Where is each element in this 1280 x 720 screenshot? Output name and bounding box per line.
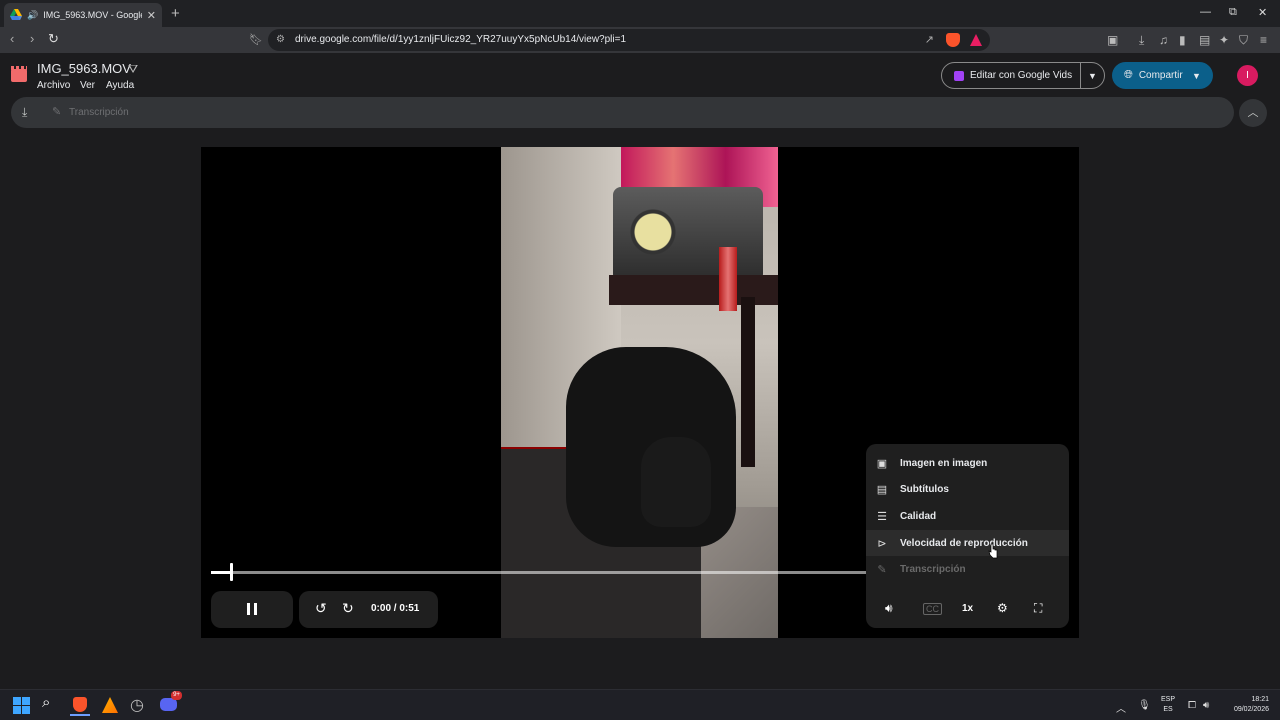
brave-rewards-icon[interactable] (970, 34, 982, 46)
back-icon[interactable]: ‹ (10, 31, 14, 46)
menu-item-picture-in-picture[interactable]: ▣ Imagen en imagen (866, 450, 1069, 476)
vpn-icon[interactable]: ⛉ (1239, 33, 1248, 48)
seek-bar[interactable] (211, 571, 867, 574)
app-launcher-icon[interactable] (100, 695, 120, 715)
clock-app-icon[interactable]: ◷ (130, 695, 150, 715)
transcript-edit-icon: ✎ (52, 106, 62, 118)
player-right-controls: 🔊︎ CC 1x ⚙︎ ⛶ (866, 589, 1069, 628)
menu-item-transcription: ✎ Transcripción (866, 556, 1069, 582)
system-clock[interactable]: 18:21 09/02/2026 (1225, 695, 1269, 715)
restore-icon[interactable]: ⧉ (1229, 6, 1237, 19)
settings-menu: ▣ Imagen en imagen ▤ Subtítulos ☰ Calida… (866, 444, 1069, 589)
menu-ver[interactable]: Ver (80, 80, 95, 91)
vids-dropdown-icon[interactable]: ▼ (1081, 71, 1104, 81)
microphone-icon[interactable]: 🎙︎ (1138, 700, 1151, 711)
wallet-icon[interactable]: ▤ (1199, 33, 1210, 47)
add-shortcut-drive-icon[interactable]: ⛛ (128, 62, 138, 77)
browser-tab[interactable]: 🔊 IMG_5963.MOV - Google Drive ✕ (4, 3, 162, 27)
seek-bar-played (211, 571, 231, 574)
closed-captions-icon: CC (923, 603, 942, 615)
video-frame (501, 147, 778, 638)
audio-playing-icon[interactable]: 🔊 (27, 10, 38, 21)
menu-item-playback-speed[interactable]: ⊳ Velocidad de reproducción (866, 530, 1069, 556)
settings-gear-icon[interactable]: ⚙︎ (997, 601, 1008, 615)
google-drive-icon (10, 9, 22, 20)
bookmark-icon[interactable]: 🔖︎ (249, 33, 263, 46)
playback-speed-button[interactable]: 1x (962, 603, 973, 614)
sidebar-icon[interactable]: ▮ (1179, 33, 1186, 47)
captions-icon: ▤ (876, 483, 888, 496)
reload-icon[interactable]: ↻ (48, 31, 59, 47)
globe-icon: 🌐︎ (1124, 69, 1133, 81)
transcription-button: Transcripción (69, 107, 129, 118)
search-icon[interactable]: ⌕ (42, 694, 62, 714)
video-file-icon (11, 66, 27, 82)
windows-taskbar: ⌕ ◷ 9+ ︿ 🎙︎ ESP ES ⧠ 🔊︎ 18:21 09/02/2026 (0, 689, 1280, 720)
menu-archivo[interactable]: Archivo (37, 80, 70, 91)
edit-with-vids-label: Editar con Google Vids (970, 70, 1073, 81)
drive-viewer: IMG_5963.MOV ⛛ Archivo Ver Ayuda Editar … (0, 53, 1280, 689)
new-tab-icon[interactable]: + (171, 5, 180, 22)
notification-badge: 9+ (171, 691, 182, 700)
picture-in-picture-icon: ▣ (876, 457, 888, 470)
viewer-toolbar: ⤓ ✎ Transcripción (11, 97, 1234, 128)
brave-browser-app-icon[interactable] (70, 695, 90, 716)
leo-ai-icon[interactable]: ✦ (1219, 33, 1229, 47)
pause-button[interactable] (211, 591, 293, 628)
speaker-icon[interactable]: 🔊︎ (1203, 700, 1209, 711)
volume-icon[interactable]: 🔊︎ (885, 601, 893, 616)
file-name: IMG_5963.MOV (37, 61, 131, 76)
edit-with-vids-button[interactable]: Editar con Google Vids (942, 63, 1081, 88)
hand-cursor-icon (988, 543, 998, 559)
media-icon[interactable]: ♫ (1159, 33, 1168, 47)
tab-search-icon[interactable]: ▣ (1107, 33, 1118, 47)
account-avatar[interactable]: I (1237, 65, 1258, 86)
downloads-icon[interactable]: ⤓ (1139, 33, 1144, 48)
site-info-icon[interactable]: ⚙︎ (276, 34, 285, 45)
playback-speed-icon: ⊳ (877, 537, 887, 550)
time-controls: ↺ ↻ 0:00 / 0:51 (299, 591, 438, 628)
menu-item-subtitles[interactable]: ▤ Subtítulos (866, 476, 1069, 502)
browser-tab-strip: 🔊 IMG_5963.MOV - Google Drive ✕ + — ⧉ ✕ (0, 0, 1280, 27)
minimize-icon[interactable]: — (1200, 6, 1211, 18)
language-indicator[interactable]: ESP ES (1161, 695, 1175, 715)
url-text[interactable]: drive.google.com/file/d/1yy1znljFUicz92_… (295, 34, 626, 45)
tune-icon: ☰ (877, 510, 887, 523)
seek-bar-thumb[interactable] (230, 563, 233, 581)
windows-start-icon[interactable] (12, 695, 32, 715)
brave-shields-icon[interactable] (946, 33, 960, 47)
transcript-icon: ✎ (877, 563, 887, 576)
share-label: Compartir (1138, 70, 1183, 81)
rewind-10-icon[interactable]: ↺ (315, 600, 327, 617)
close-tab-icon[interactable]: ✕ (147, 9, 156, 22)
browser-toolbar: ‹ › ↻ 🔖︎ ⚙︎ drive.google.com/file/d/1yy1… (0, 27, 1280, 53)
address-bar[interactable]: ⚙︎ drive.google.com/file/d/1yy1znljFUicz… (268, 29, 990, 51)
fullscreen-icon[interactable]: ⛶ (1034, 601, 1042, 616)
tab-title: IMG_5963.MOV - Google Drive (43, 10, 142, 20)
time-display: 0:00 / 0:51 (371, 603, 420, 614)
discord-app-icon[interactable]: 9+ (159, 691, 182, 715)
pause-icon (247, 603, 257, 615)
window-close-icon[interactable]: ✕ (1258, 6, 1267, 19)
show-hidden-icons-icon[interactable]: ︿ (1116, 700, 1126, 715)
collapse-toolbar-icon[interactable]: ︿ (1239, 99, 1267, 127)
google-vids-icon (954, 70, 964, 81)
forward-icon[interactable]: › (30, 31, 34, 46)
share-button[interactable]: 🌐︎ Compartir ▼ (1112, 62, 1213, 89)
menu-item-quality[interactable]: ☰ Calidad (866, 503, 1069, 529)
menu-ayuda[interactable]: Ayuda (106, 80, 134, 91)
browser-menu-icon[interactable]: ≡ (1260, 33, 1267, 47)
edit-with-vids-button-group: Editar con Google Vids ▼ (941, 62, 1105, 89)
share-page-icon[interactable]: ↗ (925, 33, 934, 46)
network-icon[interactable]: ⧠ (1188, 700, 1196, 711)
share-dropdown-icon[interactable]: ▼ (1192, 71, 1201, 81)
download-icon[interactable]: ⤓ (22, 105, 27, 120)
forward-10-icon[interactable]: ↻ (342, 600, 354, 617)
